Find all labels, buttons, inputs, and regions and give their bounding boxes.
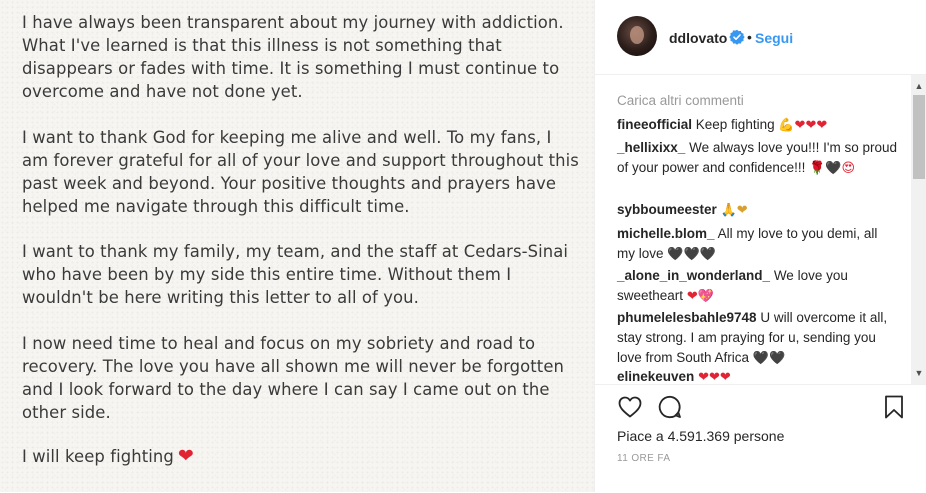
comment-username[interactable]: _alone_in_wonderland_ — [617, 268, 770, 283]
comment-emoji: ❤❤❤ — [698, 370, 731, 384]
post-side-panel: ddlovato • Segui Carica altri commenti f… — [594, 0, 926, 492]
likes-count[interactable]: Piace a 4.591.369 persone — [617, 428, 784, 444]
avatar[interactable] — [617, 16, 657, 56]
heart-emoji-icon: ❤ — [177, 445, 194, 467]
comment-username[interactable]: _hellixixx_ — [617, 140, 685, 155]
load-more-comments-link[interactable]: Carica altri commenti — [617, 93, 744, 108]
scroll-down-arrow-icon[interactable]: ▼ — [911, 366, 926, 380]
scroll-up-arrow-icon[interactable]: ▲ — [911, 79, 926, 93]
comment-username[interactable]: michelle.blom_ — [617, 226, 715, 241]
post-actions: Piace a 4.591.369 persone 11 ORE FA — [595, 384, 926, 493]
heart-outline-icon[interactable] — [617, 394, 643, 420]
comment-bubble-icon[interactable] — [657, 394, 683, 420]
comment-item: _alone_in_wonderland_ We love you sweeth… — [617, 266, 897, 307]
follow-button[interactable]: Segui — [755, 30, 793, 46]
comment-item: phumelelesbahle9748 U will overcome it a… — [617, 308, 897, 369]
comments-scrollbar[interactable]: ▲ ▼ — [911, 75, 926, 384]
comment-emoji: 🖤🖤 — [752, 351, 786, 366]
comment-item: _hellixixx_ We always love you!!! I'm so… — [617, 138, 897, 179]
comment-username[interactable]: elinekeuven — [617, 369, 694, 384]
bookmark-icon[interactable] — [881, 394, 907, 420]
comment-emoji: 🖤🖤🖤 — [667, 247, 716, 262]
comment-username[interactable]: fineeofficial — [617, 117, 692, 132]
comment-item: elinekeuven ❤❤❤ — [617, 367, 897, 384]
comment-text: Keep fighting — [695, 117, 775, 132]
note-paragraph-4: I now need time to heal and focus on my … — [22, 334, 564, 422]
note-paragraph-1: I have always been transparent about my … — [22, 13, 564, 101]
scrollbar-thumb[interactable] — [913, 95, 925, 179]
comment-emoji: 🙏❤ — [720, 203, 748, 218]
username-link[interactable]: ddlovato — [669, 30, 727, 46]
note-closing: I will keep fighting ❤ — [22, 445, 194, 468]
comment-username[interactable]: sybboumeester — [617, 202, 717, 217]
note-paragraph-2: I want to thank God for keeping me alive… — [22, 128, 579, 216]
note-closing-text: I will keep fighting — [22, 447, 174, 466]
comment-emoji: 🌹🖤😍 — [809, 161, 856, 176]
comment-emoji: ❤💖 — [686, 289, 714, 304]
comments-list[interactable]: Carica altri commenti fineeofficial Keep… — [595, 75, 911, 384]
post-timestamp[interactable]: 11 ORE FA — [617, 453, 670, 464]
comment-emoji: 💪❤❤❤ — [778, 118, 828, 133]
note-paragraph-3: I want to thank my family, my team, and … — [22, 242, 569, 307]
comment-item: sybboumeester 🙏❤ — [617, 200, 897, 221]
comment-username[interactable]: phumelelesbahle9748 — [617, 310, 757, 325]
comment-item: michelle.blom_ All my love to you demi, … — [617, 224, 897, 265]
separator-dot: • — [747, 29, 752, 45]
post-header: ddlovato • Segui — [595, 0, 926, 75]
post-image: I have always been transparent about my … — [0, 0, 594, 492]
comment-item: fineeofficial Keep fighting 💪❤❤❤ — [617, 115, 897, 136]
verified-badge-icon — [729, 29, 745, 45]
